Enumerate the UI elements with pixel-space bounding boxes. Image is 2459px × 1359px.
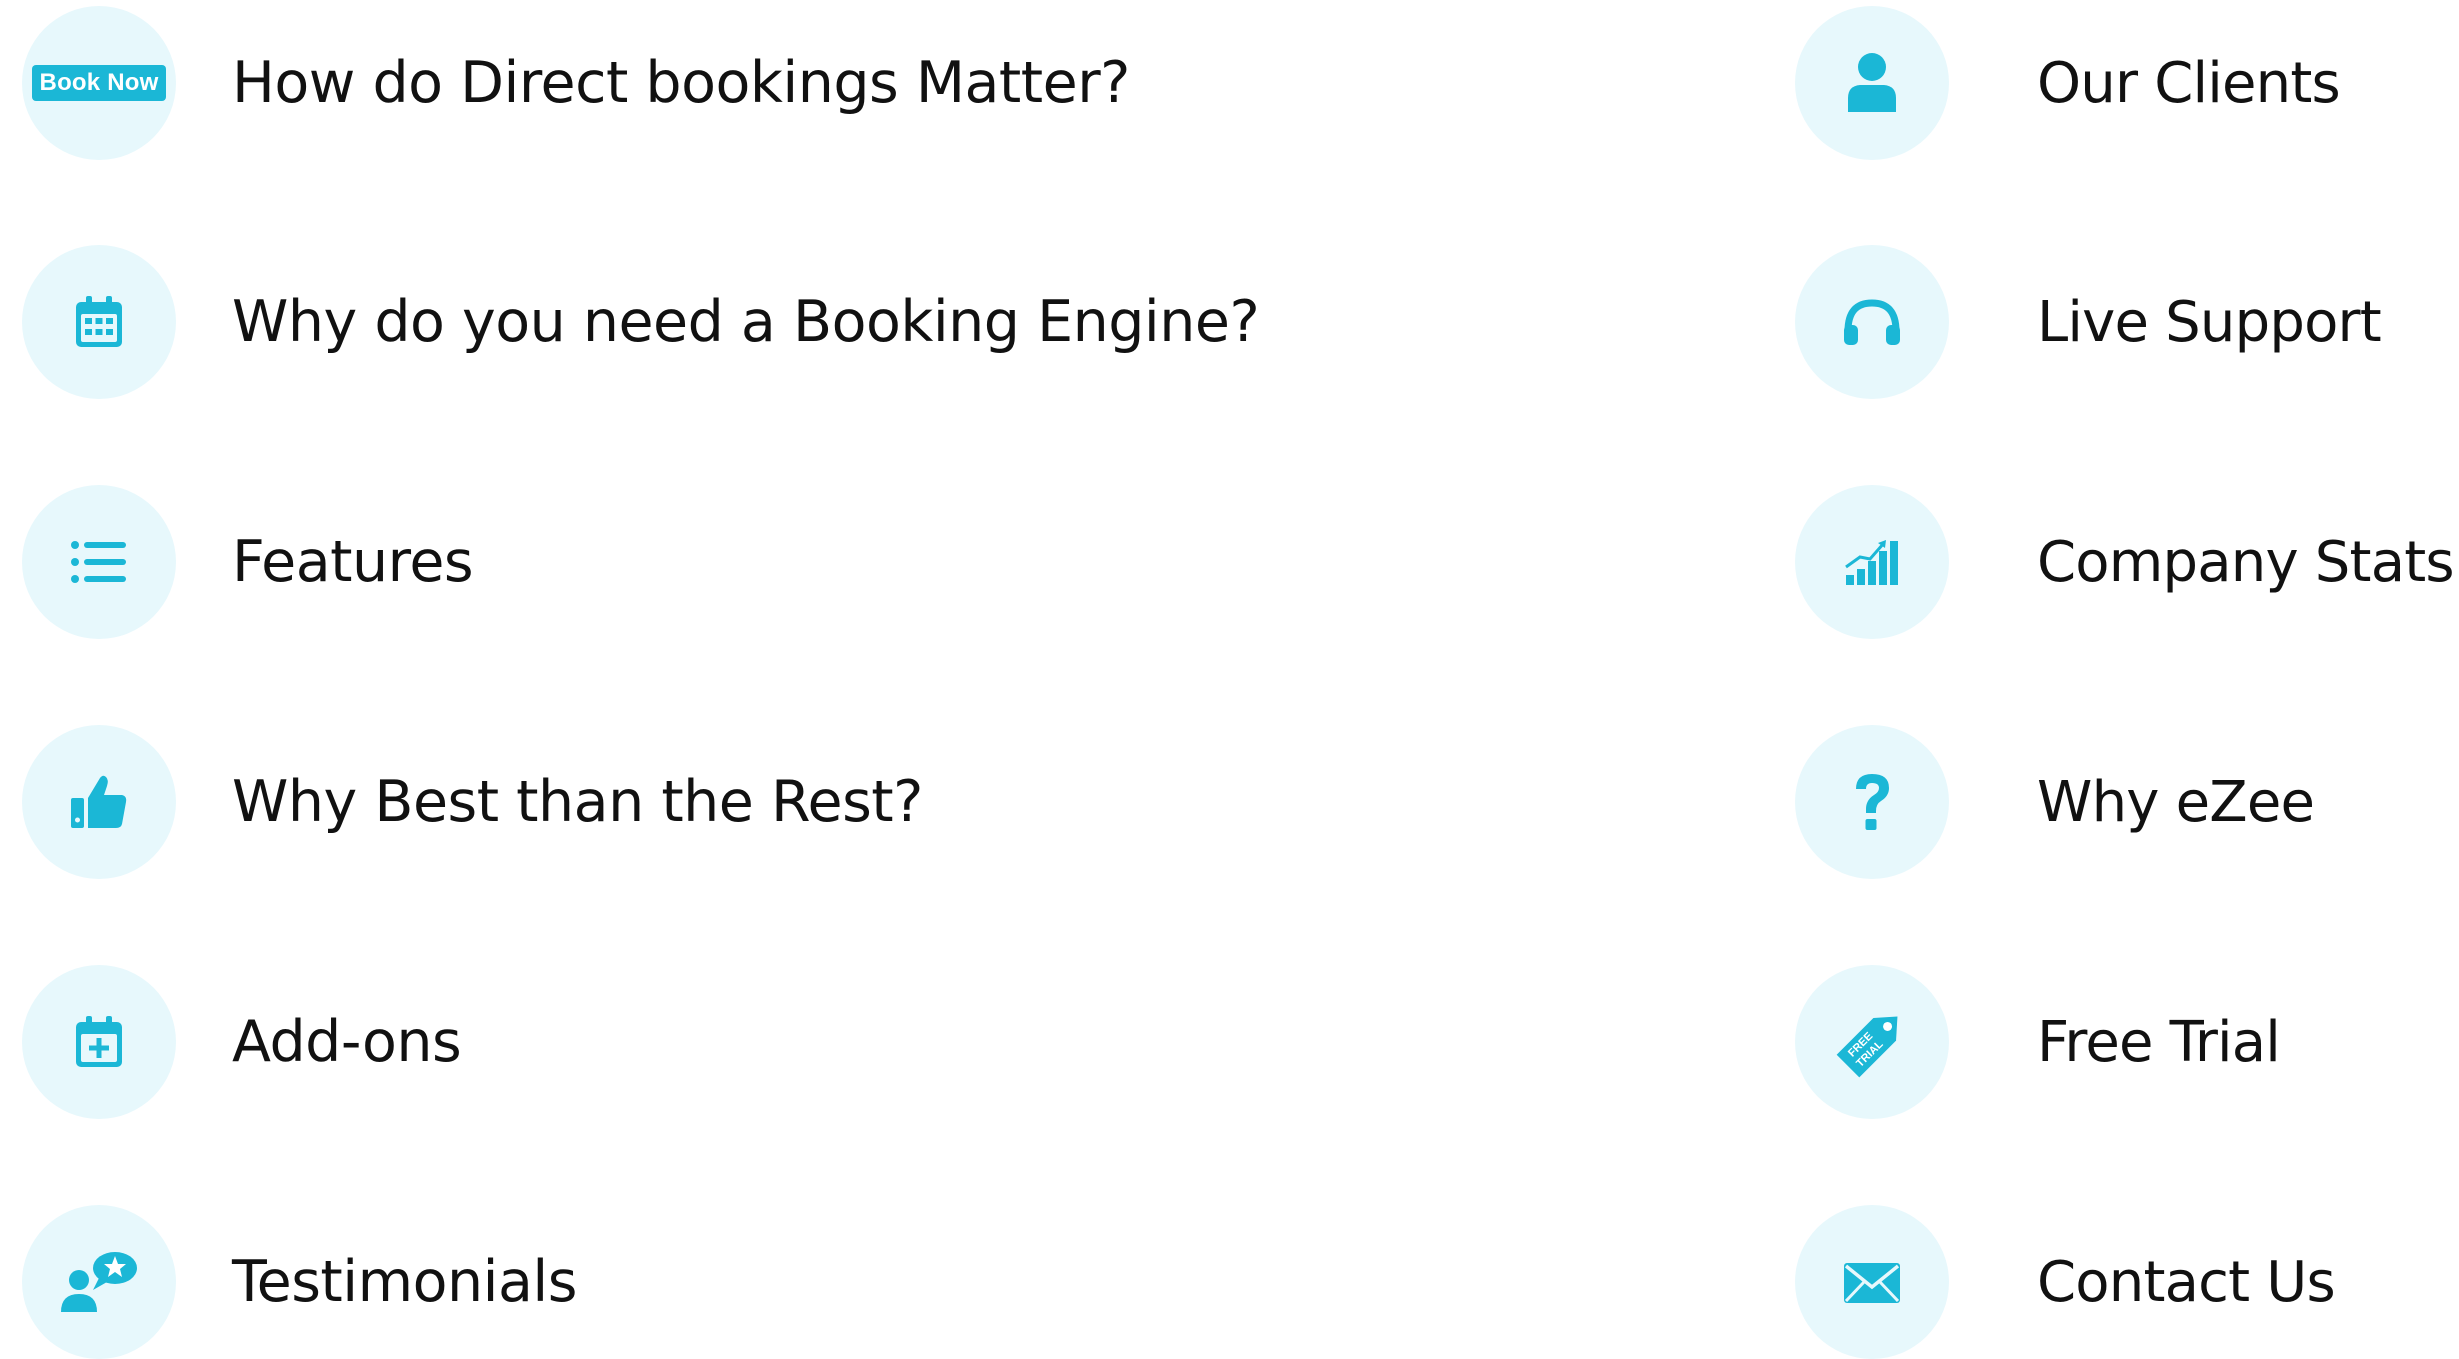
user-icon	[1795, 6, 1949, 160]
menu-item-booking-engine[interactable]: Why do you need a Booking Engine?	[22, 245, 1260, 399]
menu-item-label: Testimonials	[232, 1249, 577, 1315]
bar-chart-icon	[1795, 485, 1949, 639]
menu-item-testimonials[interactable]: Testimonials	[22, 1205, 577, 1359]
menu-item-features[interactable]: Features	[22, 485, 474, 639]
menu-item-label: Why Best than the Rest?	[232, 769, 923, 835]
menu-item-why-best[interactable]: Why Best than the Rest?	[22, 725, 923, 879]
menu-item-label: Why eZee	[2037, 769, 2315, 835]
menu-item-direct-bookings[interactable]: Book Now How do Direct bookings Matter?	[22, 6, 1130, 160]
menu-item-free-trial[interactable]: FREE TRIAL Free Trial	[1795, 965, 2281, 1119]
menu-item-label: Add-ons	[232, 1009, 462, 1075]
menu-item-why-ezee[interactable]: Why eZee	[1795, 725, 2315, 879]
headphones-icon	[1795, 245, 1949, 399]
envelope-icon	[1795, 1205, 1949, 1359]
menu-item-add-ons[interactable]: Add-ons	[22, 965, 462, 1119]
book-now-badge-text: Book Now	[31, 65, 167, 101]
menu-item-label: Live Support	[2037, 289, 2382, 355]
user-star-icon	[22, 1205, 176, 1359]
menu-item-label: Why do you need a Booking Engine?	[232, 289, 1260, 355]
menu-item-company-stats[interactable]: Company Stats	[1795, 485, 2455, 639]
thumbs-up-icon	[22, 725, 176, 879]
menu-item-label: How do Direct bookings Matter?	[232, 50, 1130, 116]
menu-item-our-clients[interactable]: Our Clients	[1795, 6, 2341, 160]
calendar-icon	[22, 245, 176, 399]
menu-item-label: Company Stats	[2037, 529, 2455, 595]
menu-item-label: Features	[232, 529, 474, 595]
menu-item-label: Contact Us	[2037, 1249, 2336, 1315]
list-icon	[22, 485, 176, 639]
calendar-plus-icon	[22, 965, 176, 1119]
menu-item-label: Our Clients	[2037, 50, 2341, 116]
navigation-menu: Book Now How do Direct bookings Matter?	[0, 0, 2459, 1359]
menu-item-live-support[interactable]: Live Support	[1795, 245, 2382, 399]
book-now-badge-icon: Book Now	[22, 6, 176, 160]
free-trial-tag-icon: FREE TRIAL	[1795, 965, 1949, 1119]
menu-item-label: Free Trial	[2037, 1009, 2281, 1075]
menu-item-contact-us[interactable]: Contact Us	[1795, 1205, 2336, 1359]
question-icon	[1795, 725, 1949, 879]
